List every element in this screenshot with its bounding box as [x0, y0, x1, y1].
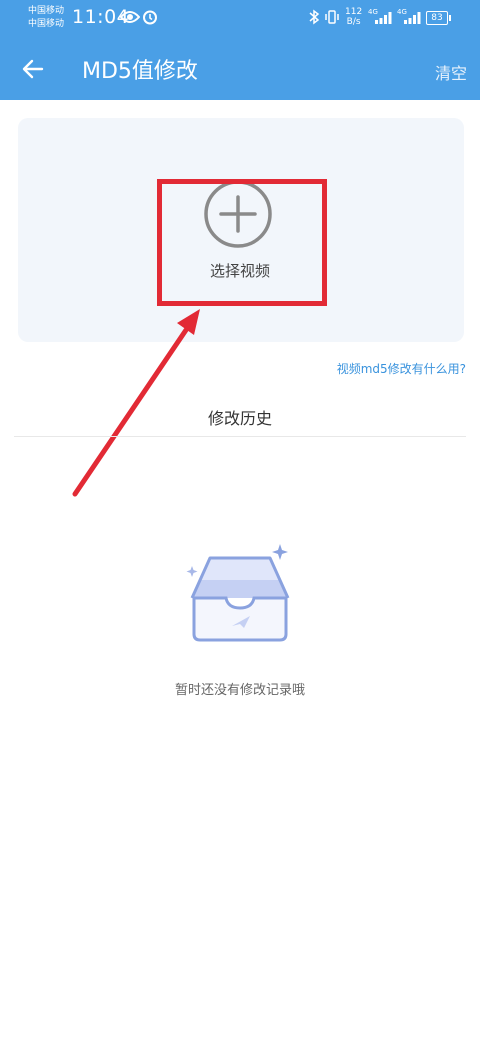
eye-icon [120, 11, 140, 23]
clear-button[interactable]: 清空 [435, 60, 467, 84]
bluetooth-icon [309, 9, 320, 25]
net-speed: 112 B/s [345, 7, 362, 27]
md5-help-link[interactable]: 视频md5修改有什么用? [337, 360, 466, 377]
page-title: MD5值修改 [82, 59, 198, 84]
net-speed-unit: B/s [346, 17, 361, 27]
carrier-info: 中国移动 中国移动 [28, 5, 64, 31]
divider [14, 436, 466, 437]
empty-inbox-icon [186, 544, 290, 642]
history-title: 修改历史 [207, 409, 272, 428]
vibrate-icon [325, 10, 339, 24]
back-arrow-icon[interactable] [20, 56, 46, 82]
empty-history-text: 暂时还没有修改记录哦 [174, 683, 305, 698]
battery-indicator: 83 [426, 11, 451, 25]
navigation-bar: MD5值修改 清空 [0, 38, 480, 100]
signal-1-icon [375, 12, 392, 24]
alarm-icon [143, 10, 157, 25]
status-bar: 中国移动 中国移动 11:04 112 B/s 4G 4G 83 [0, 0, 480, 38]
net-speed-value: 112 [345, 7, 363, 17]
carrier-2: 中国移动 [28, 19, 65, 29]
highlight-box [157, 179, 327, 306]
carrier-1: 中国移动 [28, 6, 65, 16]
app-header: 中国移动 中国移动 11:04 112 B/s 4G 4G 83 MD5值修改 … [0, 0, 480, 100]
signal-2-icon [404, 12, 421, 24]
